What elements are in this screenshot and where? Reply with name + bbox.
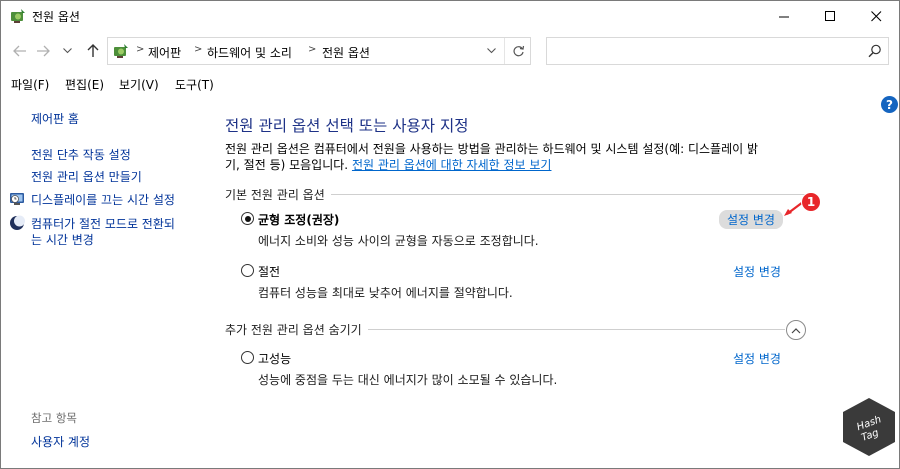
plan-high-performance-radio[interactable] <box>241 351 254 364</box>
forward-button[interactable] <box>33 41 53 61</box>
close-button[interactable] <box>853 1 899 32</box>
collapse-chevron-up-icon[interactable] <box>786 320 806 340</box>
back-button[interactable] <box>10 41 30 61</box>
maximize-button[interactable] <box>807 1 853 32</box>
sidebar-item-sleep-time-line1[interactable]: 컴퓨터가 절전 모드로 전환되 <box>31 215 175 232</box>
menu-edit[interactable]: 편집(E) <box>65 76 104 93</box>
title-bar: 전원 옵션 <box>1 1 899 32</box>
sidebar-item-user-accounts[interactable]: 사용자 계정 <box>31 433 90 450</box>
sidebar-item-display-off-time[interactable]: 디스플레이를 끄는 시간 설정 <box>31 191 175 208</box>
plan-high-performance-name[interactable]: 고성능 <box>258 350 291 367</box>
plan-balanced-change-settings-link[interactable]: 설정 변경 <box>719 210 783 229</box>
search-icon[interactable] <box>868 44 882 61</box>
control-panel-icon <box>112 42 130 60</box>
breadcrumb-separator-icon: > <box>194 44 203 55</box>
sidebar-item-sleep-time-line2[interactable]: 는 시간 변경 <box>31 231 94 248</box>
help-icon[interactable]: ? <box>881 96 898 113</box>
address-bar[interactable]: > 제어판 > 하드웨어 및 소리 > 전원 옵션 <box>107 37 531 65</box>
sidebar: 제어판 홈 전원 단추 작동 설정 전원 관리 옵션 만들기 디스플레이를 끄는… <box>1 96 213 468</box>
plan-high-performance-change-settings-link[interactable]: 설정 변경 <box>733 350 781 367</box>
search-input[interactable] <box>546 37 889 65</box>
description-text-line2: 기, 절전 등) 모음입니다. <box>225 158 352 172</box>
menu-tools[interactable]: 도구(T) <box>175 76 214 93</box>
plan-power-saver-change-settings-link[interactable]: 설정 변경 <box>733 263 781 280</box>
address-dropdown-chevron-icon[interactable] <box>484 44 498 58</box>
menu-bar: 파일(F) 편집(E) 보기(V) 도구(T) <box>1 70 899 96</box>
minimize-button[interactable] <box>761 1 807 32</box>
plan-balanced-description: 에너지 소비와 성능 사이의 균형을 자동으로 조정합니다. <box>258 234 539 248</box>
plan-power-saver-description: 컴퓨터 성능을 최대로 낮추어 에너지를 절약합니다. <box>258 286 513 300</box>
plan-high-performance-description: 성능에 중점을 두는 대신 에너지가 많이 소모될 수 있습니다. <box>258 373 558 387</box>
breadcrumb-hardware-sound[interactable]: 하드웨어 및 소리 <box>207 44 292 61</box>
more-info-link[interactable]: 전원 관리 옵션에 대한 자세한 정보 보기 <box>352 158 552 172</box>
page-description: 전원 관리 옵션은 컴퓨터에서 전원을 사용하는 방법을 관리하는 하드웨어 및… <box>225 141 815 173</box>
moon-sleep-icon <box>9 215 25 231</box>
page-title: 전원 관리 옵션 선택 또는 사용자 지정 <box>225 117 469 135</box>
plan-balanced-radio[interactable] <box>241 212 254 225</box>
plan-power-saver-radio[interactable] <box>241 264 254 277</box>
power-options-window: 전원 옵션 > 제어판 > 하드웨어 및 소리 > 전원 옵션 파일(F) 편집… <box>0 0 900 469</box>
refresh-button[interactable] <box>504 38 531 64</box>
breadcrumb-separator-icon: > <box>308 44 317 55</box>
breadcrumb-separator-icon: > <box>136 44 145 55</box>
window-title: 전원 옵션 <box>32 10 80 24</box>
menu-view[interactable]: 보기(V) <box>119 76 159 93</box>
up-button[interactable] <box>83 41 103 61</box>
see-also-heading: 참고 항목 <box>31 411 77 425</box>
description-text-line1: 전원 관리 옵션은 컴퓨터에서 전원을 사용하는 방법을 관리하는 하드웨어 및… <box>225 142 759 156</box>
sidebar-item-create-power-plan[interactable]: 전원 관리 옵션 만들기 <box>31 168 142 185</box>
display-schedule-icon <box>9 191 25 207</box>
sidebar-control-panel-home[interactable]: 제어판 홈 <box>31 110 79 127</box>
hashtag-watermark-logo: Hash Tag <box>839 396 899 458</box>
menu-file[interactable]: 파일(F) <box>11 76 49 93</box>
main-content: ? 전원 관리 옵션 선택 또는 사용자 지정 전원 관리 옵션은 컴퓨터에서 … <box>213 96 899 468</box>
power-options-icon <box>9 7 27 25</box>
section-basic-plans-heading: 기본 전원 관리 옵션 <box>225 186 331 203</box>
recent-locations-chevron-icon[interactable] <box>57 41 77 61</box>
breadcrumb-control-panel[interactable]: 제어판 <box>148 44 181 61</box>
navigation-bar: > 제어판 > 하드웨어 및 소리 > 전원 옵션 <box>1 32 899 70</box>
breadcrumb-power-options[interactable]: 전원 옵션 <box>322 44 370 61</box>
plan-balanced-name[interactable]: 균형 조정(권장) <box>258 211 339 228</box>
section-more-plans-heading[interactable]: 추가 전원 관리 옵션 숨기기 <box>225 321 368 338</box>
plan-power-saver-name[interactable]: 절전 <box>258 263 280 280</box>
sidebar-item-power-button-settings[interactable]: 전원 단추 작동 설정 <box>31 146 131 163</box>
annotation-badge: 1 <box>801 192 821 212</box>
